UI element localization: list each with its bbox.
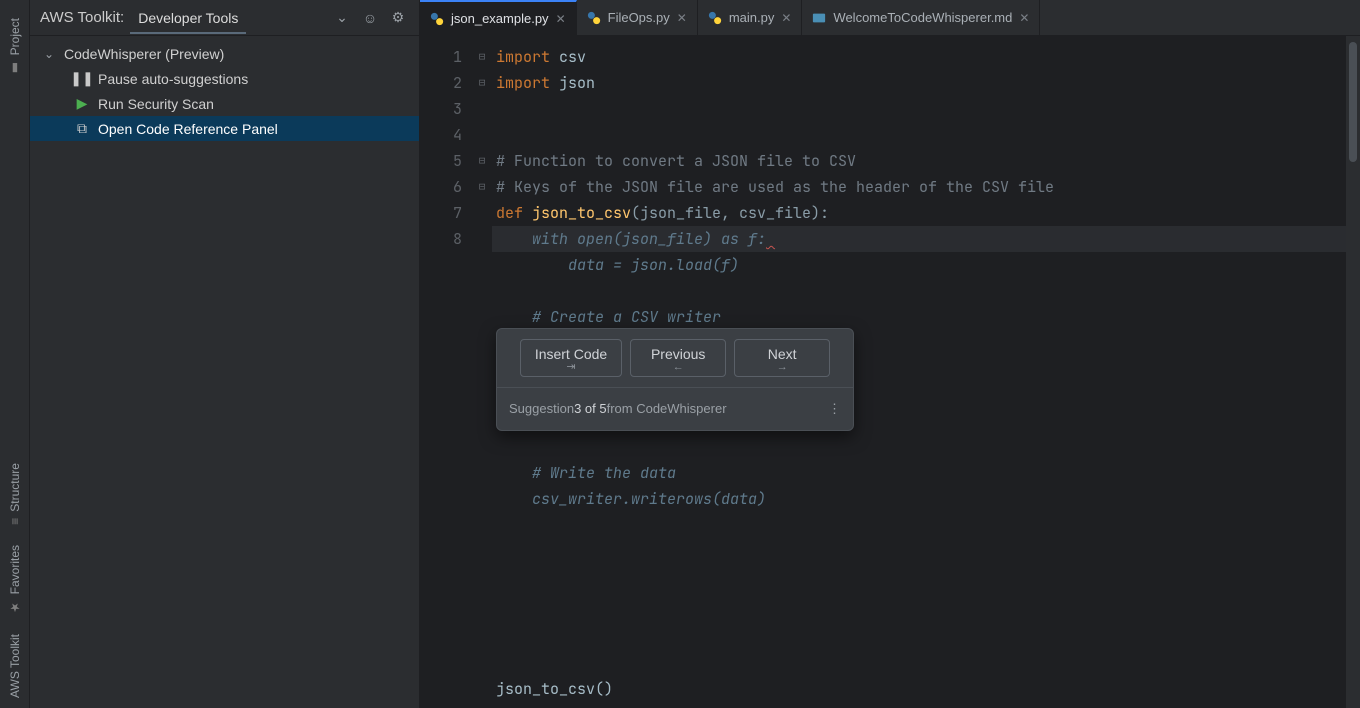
panel-header: AWS Toolkit: Developer Tools ⌄ ☺ ⚙ <box>30 0 419 36</box>
button-label: Next <box>768 346 797 362</box>
smiley-icon[interactable]: ☺ <box>359 7 381 29</box>
line-number: 3 <box>420 96 462 122</box>
line-number: 6 <box>420 174 462 200</box>
rail-structure-label: Structure <box>8 463 22 512</box>
insert-code-button[interactable]: Insert Code ⇥ <box>520 339 622 377</box>
chevron-down-icon[interactable]: ⌄ <box>331 7 353 29</box>
panel-tab-developer-tools[interactable]: Developer Tools <box>130 10 246 34</box>
code-error-marker <box>766 229 775 249</box>
code-token: import <box>496 73 550 93</box>
tree-item-pause-suggestions[interactable]: ❚❚ Pause auto-suggestions <box>30 66 419 91</box>
rail-favorites[interactable]: ★ Favorites <box>8 545 22 614</box>
code-bottom-call: json_to_csv() <box>496 676 613 702</box>
tab-label: FileOps.py <box>608 10 670 25</box>
tree-item-label: Open Code Reference Panel <box>98 121 278 137</box>
tree-item-label: Run Security Scan <box>98 96 214 112</box>
tab-key-icon: ⇥ <box>566 362 575 372</box>
folder-icon: ▮ <box>8 61 22 75</box>
kebab-menu-icon[interactable]: ⋮ <box>828 396 841 422</box>
code-token: csv <box>550 47 586 67</box>
button-label: Previous <box>651 346 705 362</box>
tree-root-label: CodeWhisperer (Preview) <box>64 46 224 62</box>
fold-column: ⊟ ⊟ ⊟ ⊟ <box>472 36 492 708</box>
previous-button[interactable]: Previous ← <box>630 339 726 377</box>
close-icon[interactable]: ✕ <box>1019 11 1029 25</box>
arrow-right-icon: → <box>777 362 788 372</box>
star-icon: ★ <box>8 600 22 614</box>
reference-icon: ⧉ <box>74 120 90 137</box>
panel-tree: ⌄ CodeWhisperer (Preview) ❚❚ Pause auto-… <box>30 36 419 147</box>
structure-icon: ≡ <box>8 518 22 525</box>
rail-project-label: Project <box>8 18 22 55</box>
code-comment: # Keys of the JSON file are used as the … <box>496 177 1054 197</box>
code-content[interactable]: import csv import json # Function to con… <box>492 36 1346 708</box>
tab-main[interactable]: main.py ✕ <box>698 0 803 35</box>
markdown-file-icon <box>812 11 826 25</box>
editor-scrollbar[interactable] <box>1346 36 1360 708</box>
line-number: 7 <box>420 200 462 226</box>
suggestion-popup: Insert Code ⇥ Previous ← Next → Suggesti… <box>496 328 854 431</box>
rail-structure[interactable]: ≡ Structure <box>8 463 22 525</box>
rail-favorites-label: Favorites <box>8 545 22 594</box>
button-label: Insert Code <box>535 346 607 362</box>
tab-fileops[interactable]: FileOps.py ✕ <box>577 0 698 35</box>
arrow-left-icon: ← <box>673 362 684 372</box>
footer-count: 3 of 5 <box>574 396 607 422</box>
rail-aws-label: AWS Toolkit <box>8 634 22 698</box>
code-ghost: with open(json_file) as f: <box>496 229 766 249</box>
left-tool-rail: ▮ Project ≡ Structure ★ Favorites AWS To… <box>0 0 30 708</box>
play-icon: ▶ <box>74 95 90 112</box>
code-token: import <box>496 47 550 67</box>
code-ghost: # Create a CSV writer <box>496 307 721 327</box>
tab-json-example[interactable]: json_example.py ✕ <box>420 0 577 35</box>
editor-tabbar: json_example.py ✕ FileOps.py ✕ main.py ✕… <box>420 0 1360 36</box>
python-file-icon <box>708 11 722 25</box>
line-number: 4 <box>420 122 462 148</box>
code-comment: # Function to convert a JSON file to CSV <box>496 151 856 171</box>
code-ghost: csv_writer.writerows(data) <box>496 489 766 509</box>
scrollbar-thumb[interactable] <box>1349 42 1357 162</box>
tree-root-codewhisperer[interactable]: ⌄ CodeWhisperer (Preview) <box>30 42 419 66</box>
tree-item-open-code-reference[interactable]: ⧉ Open Code Reference Panel <box>30 116 419 141</box>
fold-icon[interactable]: ⊟ <box>472 70 492 96</box>
gear-icon[interactable]: ⚙ <box>387 7 409 29</box>
tab-label: WelcomeToCodeWhisperer.md <box>833 10 1012 25</box>
code-ghost: data = json.load(f) <box>496 255 739 275</box>
pause-icon: ❚❚ <box>74 70 90 87</box>
rail-aws-toolkit[interactable]: AWS Toolkit <box>8 634 22 698</box>
code-token: (json_file, csv_file): <box>631 203 829 223</box>
editor-area: json_example.py ✕ FileOps.py ✕ main.py ✕… <box>420 0 1360 708</box>
editor-body[interactable]: 1 2 3 4 5 6 7 8 ⊟ ⊟ ⊟ ⊟ import csv impor… <box>420 36 1360 708</box>
aws-toolkit-panel: AWS Toolkit: Developer Tools ⌄ ☺ ⚙ ⌄ Cod… <box>30 0 420 708</box>
panel-title: AWS Toolkit: <box>40 9 124 26</box>
line-number: 5 <box>420 148 462 174</box>
tree-item-label: Pause auto-suggestions <box>98 71 248 87</box>
code-token: json_to_csv <box>532 203 631 223</box>
line-number: 1 <box>420 44 462 70</box>
line-number: 8 <box>420 226 462 252</box>
close-icon[interactable]: ✕ <box>677 11 687 25</box>
fold-icon[interactable]: ⊟ <box>472 148 492 174</box>
footer-text: from CodeWhisperer <box>607 396 727 422</box>
code-ghost: # Write the data <box>496 463 676 483</box>
footer-text: Suggestion <box>509 396 574 422</box>
code-token: json <box>550 73 595 93</box>
tab-label: json_example.py <box>451 11 549 26</box>
fold-icon[interactable]: ⊟ <box>472 44 492 70</box>
close-icon[interactable]: ✕ <box>556 12 566 26</box>
tree-item-run-security-scan[interactable]: ▶ Run Security Scan <box>30 91 419 116</box>
rail-project[interactable]: ▮ Project <box>8 18 22 75</box>
code-token: def <box>496 203 532 223</box>
fold-icon[interactable]: ⊟ <box>472 174 492 200</box>
line-gutter: 1 2 3 4 5 6 7 8 <box>420 36 472 708</box>
python-file-icon <box>587 11 601 25</box>
next-button[interactable]: Next → <box>734 339 830 377</box>
chevron-down-icon: ⌄ <box>44 47 56 61</box>
tab-welcome-md[interactable]: WelcomeToCodeWhisperer.md ✕ <box>802 0 1040 35</box>
python-file-icon <box>430 12 444 26</box>
close-icon[interactable]: ✕ <box>781 11 791 25</box>
line-number: 2 <box>420 70 462 96</box>
suggestion-footer: Suggestion 3 of 5 from CodeWhisperer ⋮ <box>497 387 853 430</box>
tab-label: main.py <box>729 10 775 25</box>
